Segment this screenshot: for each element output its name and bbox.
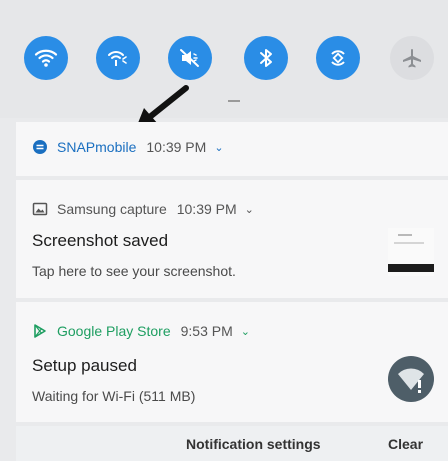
play-store-icon <box>32 323 48 339</box>
wifi-warning-icon <box>388 356 434 402</box>
mobile-hotspot-icon <box>108 51 127 66</box>
wifi-icon <box>34 49 58 67</box>
mobile-hotspot-toggle[interactable] <box>96 36 140 80</box>
clear-button[interactable]: Clear <box>388 436 423 452</box>
notification-footer: Notification settings Clear <box>16 426 448 461</box>
app-name: Samsung capture <box>57 201 167 217</box>
notification-header: Samsung capture 10:39 PM ⌄ <box>32 201 254 217</box>
notification-header: SNAPmobile 10:39 PM ⌄ <box>32 139 224 155</box>
sound-mute-toggle[interactable] <box>168 36 212 80</box>
notification-snapmobile[interactable]: SNAPmobile 10:39 PM ⌄ <box>16 122 448 176</box>
app-name: SNAPmobile <box>57 139 137 155</box>
notification-time: 10:39 PM <box>176 201 237 217</box>
airplane-mode-toggle[interactable] <box>390 36 434 80</box>
airplane-mode-icon <box>403 49 421 68</box>
snapmobile-app-icon <box>32 139 48 155</box>
chevron-down-icon[interactable]: ⌄ <box>214 141 223 154</box>
image-app-icon <box>32 201 48 217</box>
notification-text: Waiting for Wi-Fi (511 MB) <box>32 388 196 404</box>
notification-header: Google Play Store 9:53 PM ⌄ <box>32 323 250 339</box>
auto-rotate-icon <box>331 50 345 66</box>
sound-mute-icon <box>180 49 199 67</box>
notification-google-play[interactable]: Google Play Store 9:53 PM ⌄ Setup paused… <box>16 302 448 422</box>
notification-settings-button[interactable]: Notification settings <box>186 436 321 452</box>
notification-samsung-capture[interactable]: Samsung capture 10:39 PM ⌄ Screenshot sa… <box>16 180 448 298</box>
screenshot-thumbnail[interactable] <box>388 228 434 276</box>
chevron-down-icon[interactable]: ⌄ <box>241 325 250 338</box>
notification-time: 10:39 PM <box>146 139 207 155</box>
panel-drag-handle[interactable] <box>228 100 240 102</box>
chevron-down-icon[interactable]: ⌄ <box>245 203 254 216</box>
notification-title: Setup paused <box>32 356 137 375</box>
quick-settings-panel <box>0 0 448 118</box>
notification-time: 9:53 PM <box>180 323 233 339</box>
auto-rotate-toggle[interactable] <box>316 36 360 80</box>
bluetooth-icon <box>260 49 272 67</box>
notification-text: Tap here to see your screenshot. <box>32 263 236 279</box>
app-name: Google Play Store <box>57 323 171 339</box>
notification-title: Screenshot saved <box>32 231 169 250</box>
wifi-toggle[interactable] <box>24 36 68 80</box>
bluetooth-toggle[interactable] <box>244 36 288 80</box>
